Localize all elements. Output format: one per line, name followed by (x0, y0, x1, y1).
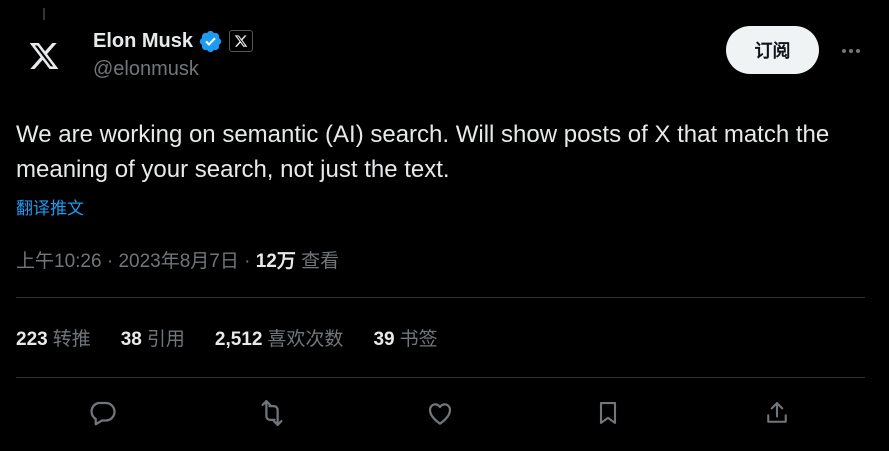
tweet-text: We are working on semantic (AI) search. … (16, 121, 830, 183)
views-label: 查看 (295, 251, 340, 272)
subscribe-button[interactable]: 订阅 (726, 26, 819, 74)
divider (16, 377, 865, 378)
stat-likes[interactable]: 2,512 喜欢次数 (215, 324, 344, 351)
more-options-icon[interactable] (836, 36, 866, 66)
author-handle[interactable]: @elonmusk (93, 58, 253, 81)
thread-line (43, 8, 45, 20)
stat-bookmarks[interactable]: 39 书签 (373, 324, 437, 351)
bookmark-icon[interactable] (588, 393, 628, 433)
reply-icon[interactable] (82, 393, 122, 433)
views-count: 12万 (255, 251, 296, 272)
retweet-icon[interactable] (252, 393, 292, 433)
x-logo-icon (29, 43, 59, 69)
stat-quotes[interactable]: 38 引用 (121, 324, 185, 351)
tweet-time[interactable]: 上午10:26 (16, 251, 102, 272)
tweet-meta: 上午10:26 · 2023年8月7日 · 12万 查看 (16, 246, 339, 273)
divider (16, 297, 865, 298)
tweet-date[interactable]: 2023年8月7日 (118, 251, 238, 272)
author-name-row: Elon Musk (93, 28, 254, 54)
verified-badge-icon[interactable] (198, 29, 223, 54)
stat-retweets[interactable]: 223 转推 (16, 324, 91, 351)
translate-link[interactable]: 翻译推文 (16, 194, 84, 219)
meta-separator: · (101, 251, 119, 272)
meta-separator: · (238, 251, 256, 272)
tweet-card: Elon Musk @elonmusk 订阅 We are working on… (0, 0, 889, 451)
x-affiliation-icon[interactable] (229, 30, 254, 52)
share-icon[interactable] (757, 393, 797, 433)
engagement-stats: 223 转推 38 引用 2,512 喜欢次数 39 书签 (16, 324, 468, 351)
author-block: Elon Musk @elonmusk (93, 28, 254, 81)
action-bar (0, 388, 889, 438)
like-icon[interactable] (420, 393, 460, 433)
author-name[interactable]: Elon Musk (93, 30, 193, 53)
avatar[interactable] (16, 28, 72, 84)
